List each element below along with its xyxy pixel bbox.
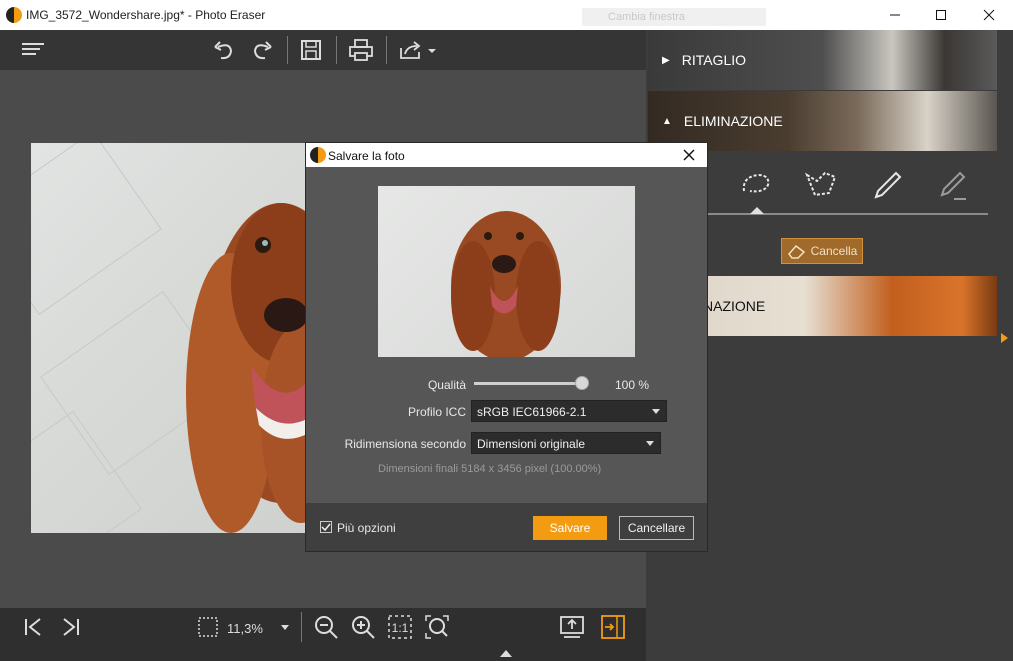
zoom-in-icon xyxy=(352,616,375,639)
toolbar-divider xyxy=(336,36,337,64)
zoom-dropdown-caret[interactable] xyxy=(281,625,289,630)
svg-text:1:1: 1:1 xyxy=(392,621,409,635)
close-window-button[interactable] xyxy=(966,0,1012,30)
actual-size-button[interactable]: 1:1 xyxy=(386,613,414,641)
zoom-fit-button[interactable] xyxy=(423,613,451,641)
eraser-brush-tool[interactable] xyxy=(934,165,974,205)
dog-preview-illustration xyxy=(451,211,561,357)
last-image-button[interactable] xyxy=(58,614,84,640)
redo-icon xyxy=(253,41,272,60)
save-confirm-button[interactable]: Salvare xyxy=(533,516,607,540)
resize-value: Dimensioni originale xyxy=(477,437,586,451)
fit-screen-button[interactable] xyxy=(196,615,220,639)
polygon-lasso-icon xyxy=(804,171,837,197)
skip-back-icon xyxy=(25,618,41,636)
save-button[interactable] xyxy=(297,36,325,64)
check-icon xyxy=(321,523,331,532)
section-label: NAZIONE xyxy=(703,298,766,314)
pencil-minus-icon xyxy=(940,171,966,200)
maximize-button[interactable] xyxy=(918,0,964,30)
first-image-button[interactable] xyxy=(20,614,46,640)
app-icon xyxy=(6,7,22,23)
lasso-icon xyxy=(742,173,770,193)
minimize-button[interactable] xyxy=(872,0,918,30)
preview-image xyxy=(378,186,635,357)
hamburger-icon xyxy=(22,43,44,55)
toolbar-divider xyxy=(287,36,288,64)
app-icon xyxy=(310,147,326,163)
polygon-lasso-tool[interactable] xyxy=(801,165,841,205)
compare-view-button[interactable] xyxy=(558,613,586,641)
panel-expand-arrow[interactable] xyxy=(1001,333,1008,343)
switch-window-tab[interactable]: Cambia finestra xyxy=(582,8,766,26)
chevron-down-icon xyxy=(652,409,660,414)
cancella-label: Cancella xyxy=(810,244,858,258)
resize-label: Ridimensiona secondo xyxy=(344,437,466,451)
window-titlebar: IMG_3572_Wondershare.jpg* - Photo Eraser… xyxy=(0,0,1013,30)
printer-icon xyxy=(349,39,373,61)
dialog-titlebar: Salvare la foto xyxy=(306,143,707,167)
dialog-close-button[interactable] xyxy=(678,145,700,165)
maximize-icon xyxy=(936,10,946,20)
icc-profile-select[interactable]: sRGB IEC61966-2.1 xyxy=(471,400,667,422)
zoom-fit-icon xyxy=(425,615,449,639)
icc-profile-value: sRGB IEC61966-2.1 xyxy=(477,405,587,419)
monitor-upload-icon xyxy=(560,616,584,638)
skip-forward-icon xyxy=(63,618,79,636)
chevron-down-icon xyxy=(646,441,654,446)
cancella-button[interactable]: Cancella xyxy=(781,238,863,264)
zoom-out-button[interactable] xyxy=(312,613,340,641)
more-options-checkbox[interactable] xyxy=(320,521,332,533)
resize-select[interactable]: Dimensioni originale xyxy=(471,432,661,454)
one-to-one-icon: 1:1 xyxy=(388,615,412,639)
close-icon xyxy=(983,9,995,21)
final-dimensions: Dimensioni finali 5184 x 3456 pixel (100… xyxy=(378,463,602,475)
quality-label: Qualità xyxy=(427,378,466,392)
print-button[interactable] xyxy=(346,36,376,64)
cancel-button[interactable]: Cancellare xyxy=(619,516,694,540)
selection-tools xyxy=(708,155,998,215)
zoom-out-icon xyxy=(315,616,338,639)
minimize-icon xyxy=(890,14,900,16)
share-icon xyxy=(400,41,436,59)
menu-button[interactable] xyxy=(18,38,48,60)
section-label: RITAGLIO xyxy=(681,52,747,68)
undo-button[interactable] xyxy=(210,36,238,64)
close-icon xyxy=(683,149,695,161)
zoom-in-button[interactable] xyxy=(349,613,377,641)
panel-toggle-icon xyxy=(601,615,625,639)
pencil-icon xyxy=(874,171,902,199)
save-dialog: Salvare la foto Qualità 100 % Profilo IC… xyxy=(305,142,708,552)
chevron-right-icon: ▶ xyxy=(662,54,670,66)
toolbar-divider xyxy=(386,36,387,64)
brush-tool[interactable] xyxy=(868,165,908,205)
toolbar-divider xyxy=(301,612,302,642)
dog-illustration xyxy=(186,203,311,533)
icc-profile-label: Profilo ICC xyxy=(407,405,466,419)
eraser-icon xyxy=(787,244,805,259)
frame-icon xyxy=(198,617,218,637)
more-options-label[interactable]: Più opzioni xyxy=(337,521,396,535)
chevron-down-icon: ▲ xyxy=(662,115,672,127)
redo-button[interactable] xyxy=(248,36,276,64)
quality-slider-track[interactable] xyxy=(474,382,582,385)
quality-slider-thumb[interactable] xyxy=(575,376,589,390)
toggle-panel-button[interactable] xyxy=(599,613,627,641)
share-button[interactable] xyxy=(396,36,440,64)
section-ritaglio[interactable]: ▶ RITAGLIO xyxy=(648,30,997,90)
floppy-icon xyxy=(301,40,321,60)
zoom-value[interactable]: 11,3% xyxy=(227,621,263,636)
main-photo[interactable] xyxy=(31,143,311,533)
undo-icon xyxy=(214,41,233,60)
section-label: ELIMINAZIONE xyxy=(683,113,783,129)
quality-value: 100 % xyxy=(615,378,650,392)
expand-filmstrip-arrow[interactable] xyxy=(500,650,512,657)
active-tool-pointer xyxy=(750,207,764,214)
dialog-footer: Più opzioni Salvare Cancellare xyxy=(306,503,707,551)
dialog-title: Salvare la foto xyxy=(328,149,405,163)
lasso-tool[interactable] xyxy=(736,165,776,205)
window-title: IMG_3572_Wondershare.jpg* - Photo Eraser xyxy=(26,8,266,22)
